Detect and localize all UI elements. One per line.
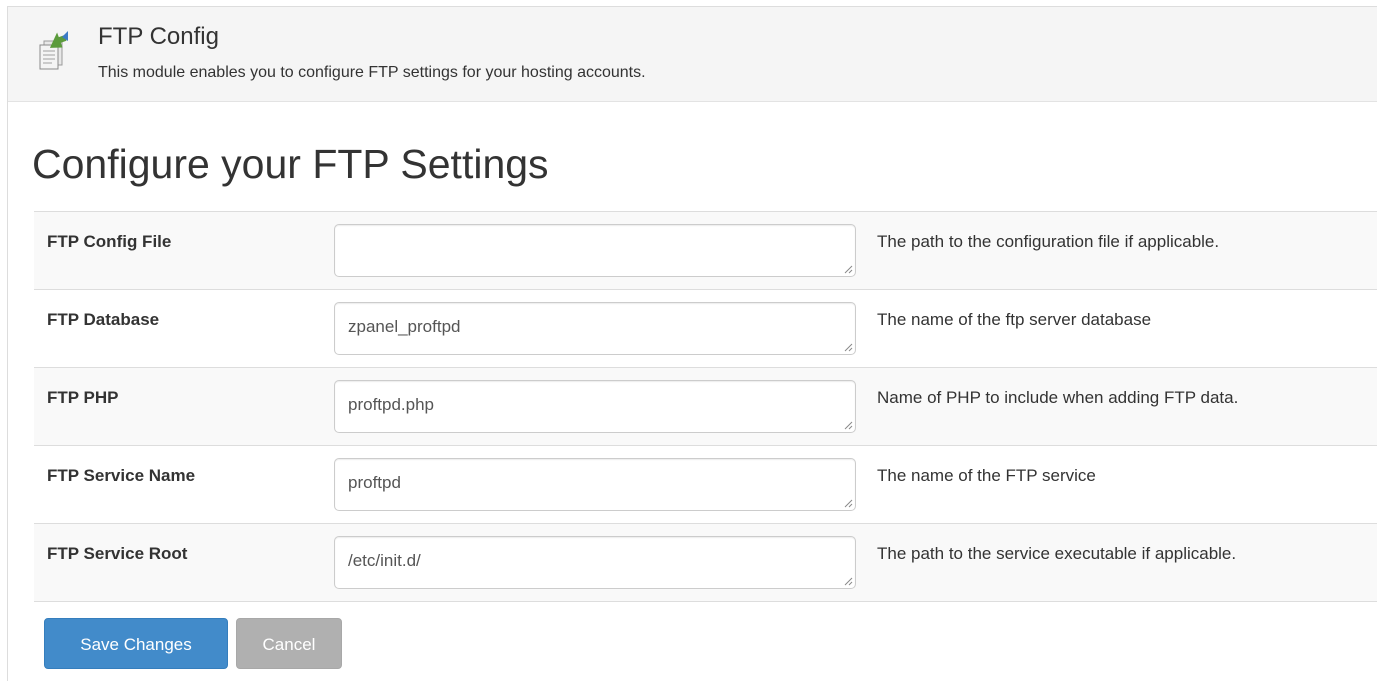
field-value: proftpd.php [348,395,435,414]
save-changes-button[interactable]: Save Changes [44,618,228,669]
php-field[interactable]: proftpd.php [334,380,856,433]
resize-grip-icon[interactable] [843,498,853,508]
setting-help: The name of the FTP service [877,466,1096,485]
module-frame: FTP Config This module enables you to co… [7,6,1377,681]
resize-grip-icon[interactable] [843,264,853,274]
module-title: FTP Config [98,23,219,50]
setting-help: The name of the ftp server database [877,310,1152,329]
setting-help: The path to the configuration file if ap… [877,232,1220,251]
setting-label: FTP Service Root [47,544,188,563]
ftp-config-icon [38,27,70,71]
settings-row-database: FTP Database zpanel_proftpd The name of … [34,289,1377,368]
database-field[interactable]: zpanel_proftpd [334,302,856,355]
setting-label: FTP Config File [47,232,172,251]
settings-row-service-root: FTP Service Root /etc/init.d/ The path t… [34,523,1377,602]
service-root-field[interactable]: /etc/init.d/ [334,536,856,589]
cancel-button[interactable]: Cancel [236,618,342,669]
module-header: FTP Config This module enables you to co… [8,7,1377,102]
service-name-field[interactable]: proftpd [334,458,856,511]
settings-row-service-name: FTP Service Name proftpd The name of the… [34,445,1377,524]
field-value: zpanel_proftpd [348,317,461,336]
settings-row-config-file: FTP Config File The path to the configur… [34,211,1377,290]
resize-grip-icon[interactable] [843,342,853,352]
field-value: proftpd [348,473,401,492]
setting-label: FTP PHP [47,388,119,407]
settings-table: FTP Config File The path to the configur… [34,211,1377,602]
field-value: /etc/init.d/ [348,551,421,570]
resize-grip-icon[interactable] [843,420,853,430]
resize-grip-icon[interactable] [843,576,853,586]
settings-row-php: FTP PHP proftpd.php Name of PHP to inclu… [34,367,1377,446]
module-description: This module enables you to configure FTP… [98,64,646,81]
setting-label: FTP Service Name [47,466,196,485]
setting-help: The path to the service executable if ap… [877,544,1237,563]
config-file-field[interactable] [334,224,856,277]
setting-label: FTP Database [47,310,160,329]
setting-help: Name of PHP to include when adding FTP d… [877,388,1239,407]
page-title: Configure your FTP Settings [32,141,549,187]
